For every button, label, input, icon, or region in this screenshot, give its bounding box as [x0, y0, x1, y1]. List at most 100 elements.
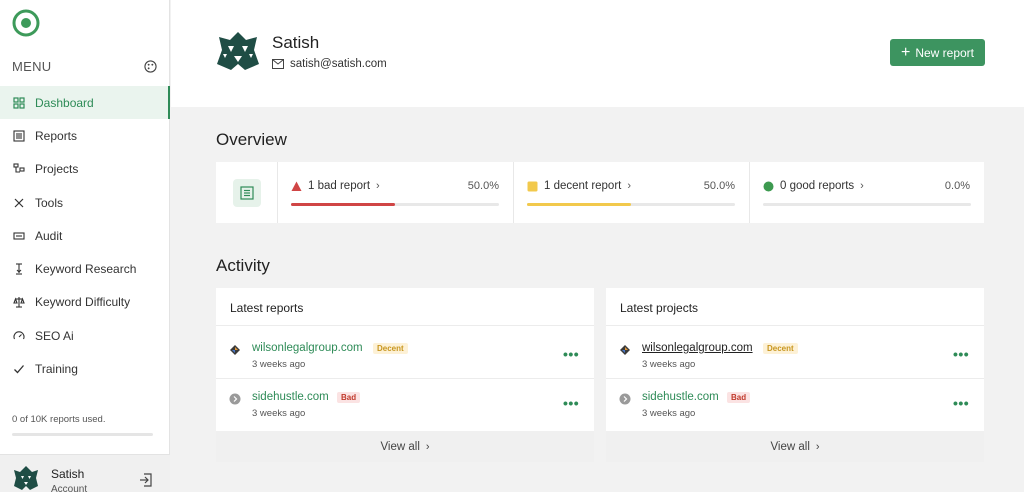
timestamp: 3 weeks ago	[642, 359, 696, 370]
stat-decent-reports[interactable]: 1 decent report › 50.0%	[514, 162, 750, 223]
status-badge: Decent	[763, 343, 798, 354]
new-report-button[interactable]: + New report	[890, 39, 985, 66]
sidebar-item-dashboard[interactable]: Dashboard	[0, 86, 170, 120]
site-favicon-icon	[230, 345, 240, 355]
divider	[216, 325, 594, 326]
sidebar-item-keyword-difficulty[interactable]: Keyword Difficulty	[0, 286, 170, 319]
latest-reports-card: Latest reports wilsonlegalgroup.com Dece…	[216, 288, 594, 462]
speedometer-icon	[12, 329, 25, 342]
view-all-label: View all	[770, 440, 810, 453]
report-list-icon	[233, 179, 261, 207]
chevron-right-icon: ›	[815, 440, 820, 453]
profile-header: Satish satish@satish.com + New report	[171, 0, 1024, 107]
stat-label: 1 decent report	[544, 180, 622, 192]
warning-triangle-icon	[291, 181, 302, 191]
stat-percent: 50.0%	[467, 180, 499, 192]
sidebar-nav: Dashboard Reports Projects Tools Audit K…	[0, 86, 170, 386]
plus-icon: +	[900, 43, 911, 61]
chevron-right-icon: ›	[376, 180, 380, 192]
list-item[interactable]: wilsonlegalgroup.com Decent 3 weeks ago …	[216, 330, 594, 378]
status-badge: Bad	[727, 392, 751, 403]
menu-label: MENU	[12, 59, 52, 74]
project-domain-link[interactable]: sidehustle.com	[642, 391, 719, 403]
status-badge: Decent	[373, 343, 408, 354]
status-badge: Bad	[337, 392, 361, 403]
sidebar-item-projects[interactable]: Projects	[0, 153, 170, 186]
sidebar-item-label: Dashboard	[35, 95, 94, 110]
usage-progress-bar	[12, 433, 153, 436]
sidebar-item-label: Audit	[35, 228, 63, 243]
sidebar-item-label: Tools	[35, 195, 64, 210]
new-report-label: New report	[915, 45, 975, 60]
sidebar-item-reports[interactable]: Reports	[0, 119, 170, 152]
view-all-projects-link[interactable]: View all ›	[606, 431, 984, 462]
timestamp: 3 weeks ago	[252, 408, 306, 419]
sidebar: MENU Dashboard Reports Projects Tools Au…	[0, 0, 170, 492]
sidebar-item-label: Keyword Research	[35, 262, 137, 277]
view-all-label: View all	[380, 440, 420, 453]
stat-label-row: 0 good reports ›	[763, 180, 864, 192]
more-options-icon[interactable]: •••	[953, 347, 969, 361]
avatar	[14, 466, 38, 490]
sidebar-item-keyword-research[interactable]: Keyword Research	[0, 252, 170, 285]
latest-projects-card: Latest projects wilsonlegalgroup.com Dec…	[606, 288, 984, 462]
chevron-right-icon: ›	[627, 180, 632, 192]
stat-progress-fill	[527, 203, 631, 206]
more-options-icon[interactable]: •••	[563, 347, 579, 361]
sidebar-item-label: Reports	[35, 128, 78, 143]
circle-marker-icon	[763, 181, 774, 191]
activity-title: Activity	[216, 256, 270, 275]
report-domain-link[interactable]: wilsonlegalgroup.com	[252, 342, 363, 354]
stat-percent: 50.0%	[703, 180, 735, 192]
check-icon	[12, 363, 25, 376]
avatar	[217, 32, 259, 70]
sidebar-item-tools[interactable]: Tools	[0, 186, 170, 219]
chevron-right-icon: ›	[860, 180, 864, 192]
sidebar-item-seo-ai[interactable]: SEO Ai	[0, 319, 170, 352]
list-item[interactable]: sidehustle.com Bad 3 weeks ago •••	[606, 379, 984, 427]
stat-label: 0 good reports	[780, 180, 855, 192]
site-favicon-icon	[229, 393, 241, 405]
more-options-icon[interactable]: •••	[563, 396, 579, 410]
sidebar-item-training[interactable]: Training	[0, 352, 170, 385]
square-marker-icon	[527, 181, 538, 191]
stat-good-reports[interactable]: 0 good reports › 0.0%	[750, 162, 984, 223]
stat-label-row: 1 decent report ›	[527, 180, 631, 192]
grid-icon	[12, 96, 25, 109]
stat-percent: 0.0%	[944, 180, 970, 192]
stat-progress-bar	[763, 203, 971, 206]
chevron-right-icon: ›	[425, 440, 430, 453]
audit-icon	[12, 229, 25, 242]
report-domain-link[interactable]: sidehustle.com	[252, 391, 329, 403]
card-title: Latest reports	[230, 301, 304, 315]
stat-progress-fill	[291, 203, 395, 206]
sidebar-item-label: Training	[35, 362, 78, 377]
projects-icon	[12, 163, 25, 176]
timestamp: 3 weeks ago	[252, 359, 306, 370]
more-options-icon[interactable]: •••	[953, 396, 969, 410]
theme-palette-icon[interactable]	[144, 60, 157, 73]
sidebar-item-audit[interactable]: Audit	[0, 219, 170, 252]
profile-email: satish@satish.com	[290, 58, 387, 70]
divider	[606, 325, 984, 326]
mail-icon	[272, 59, 284, 69]
overview-icon-cell	[216, 162, 278, 223]
logo-icon[interactable]	[12, 9, 40, 37]
list-item[interactable]: wilsonlegalgroup.com Decent 3 weeks ago …	[606, 330, 984, 378]
stat-bad-reports[interactable]: 1 bad report › 50.0%	[278, 162, 514, 223]
logout-icon[interactable]	[139, 473, 153, 487]
stat-progress-bar	[527, 203, 735, 206]
keyword-research-icon	[12, 263, 25, 276]
profile-email-row: satish@satish.com	[272, 58, 387, 70]
menu-header: MENU	[12, 59, 157, 74]
stat-label: 1 bad report	[308, 180, 371, 192]
account-label: Account	[51, 484, 88, 492]
sidebar-item-label: SEO Ai	[35, 328, 74, 343]
scale-icon	[12, 296, 25, 309]
account-name: Satish	[51, 467, 85, 481]
stat-label-row: 1 bad report ›	[291, 180, 380, 192]
list-item[interactable]: sidehustle.com Bad 3 weeks ago •••	[216, 379, 594, 427]
view-all-reports-link[interactable]: View all ›	[216, 431, 594, 462]
project-domain-link[interactable]: wilsonlegalgroup.com	[642, 342, 753, 354]
account-footer[interactable]: Satish Account	[0, 454, 170, 492]
